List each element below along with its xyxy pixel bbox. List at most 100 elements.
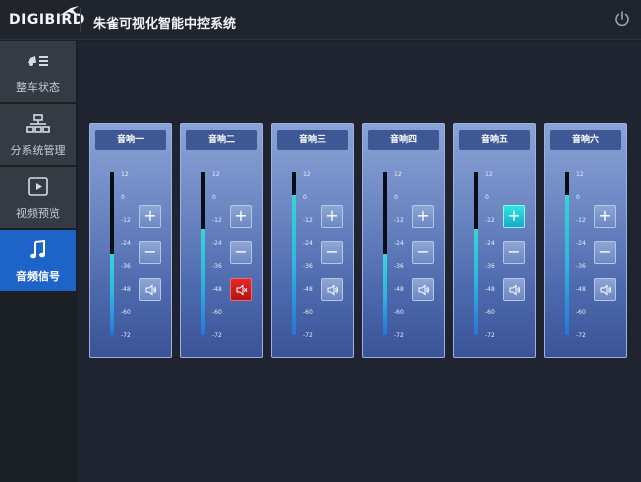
volume-up-button[interactable]: + xyxy=(594,205,616,228)
scale-tick-label: -36 xyxy=(485,263,495,270)
sidebar-item-vehicle-status[interactable]: 整车状态 xyxy=(0,41,76,103)
brand-logo: DIGIBIRD xyxy=(9,6,85,32)
scale-tick-label: -24 xyxy=(303,240,313,247)
scale-tick-label: -48 xyxy=(576,286,586,293)
audio-channel-panel: 音响一 12 0 -12 -24 -36 -48 -60 -72 + − xyxy=(89,123,172,358)
scale-tick-label: 12 xyxy=(121,171,129,178)
volume-up-button[interactable]: + xyxy=(503,205,525,228)
mute-toggle-button[interactable] xyxy=(412,278,434,301)
vehicle-status-icon xyxy=(28,56,48,66)
audio-channel-panel: 音响四 12 0 -12 -24 -36 -48 -60 -72 + − xyxy=(362,123,445,358)
scale-tick-label: -48 xyxy=(394,286,404,293)
sidebar-item-label: 视频预览 xyxy=(16,207,60,220)
volume-level-meter[interactable] xyxy=(292,172,296,335)
scale-tick-label: -36 xyxy=(303,263,313,270)
scale-tick-label: -36 xyxy=(212,263,222,270)
volume-up-button[interactable]: + xyxy=(139,205,161,228)
sidebar-item-video-preview[interactable]: 视频预览 xyxy=(0,167,76,229)
scale-tick-label: -24 xyxy=(121,240,131,247)
scale-tick-label: -60 xyxy=(394,309,404,316)
scale-tick-label: -48 xyxy=(212,286,222,293)
channel-name: 音响三 xyxy=(277,130,348,150)
channel-name: 音响四 xyxy=(368,130,439,150)
mute-toggle-button[interactable] xyxy=(230,278,252,301)
volume-down-button[interactable]: − xyxy=(321,241,343,264)
volume-down-button[interactable]: − xyxy=(594,241,616,264)
volume-up-button[interactable]: + xyxy=(321,205,343,228)
db-scale: 12 0 -12 -24 -36 -48 -60 -72 xyxy=(212,171,232,339)
top-header: DIGIBIRD 朱雀可视化智能中控系统 xyxy=(0,0,641,40)
scale-tick-label: -72 xyxy=(212,332,222,339)
audio-channel-panel: 音响二 12 0 -12 -24 -36 -48 -60 -72 + − xyxy=(180,123,263,358)
channel-name: 音响二 xyxy=(186,130,257,150)
sidebar-item-audio-signal[interactable]: 音频信号 xyxy=(0,230,76,292)
db-scale: 12 0 -12 -24 -36 -48 -60 -72 xyxy=(303,172,323,339)
scale-tick-label: -12 xyxy=(121,217,131,224)
scale-tick-label: 12 xyxy=(576,171,584,178)
db-scale: 12 0 -12 -24 -36 -48 -60 -72 xyxy=(394,171,414,339)
level-fill xyxy=(474,229,478,335)
app-title: 朱雀可视化智能中控系统 xyxy=(93,17,237,32)
scale-tick-label: -60 xyxy=(576,309,586,316)
speaker-icon xyxy=(509,284,521,296)
speaker-icon xyxy=(145,284,157,296)
channel-name: 音响一 xyxy=(95,130,166,150)
mute-toggle-button[interactable] xyxy=(503,278,525,301)
level-fill xyxy=(383,253,387,335)
volume-up-button[interactable]: + xyxy=(412,205,434,228)
scale-tick-label: 0 xyxy=(394,194,398,201)
audio-channel-panel: 音响五 12 0 -12 -24 -36 -48 -60 -72 + − xyxy=(453,123,536,358)
mute-toggle-button[interactable] xyxy=(139,278,161,301)
scale-tick-label: -72 xyxy=(576,332,586,339)
volume-down-button[interactable]: − xyxy=(412,241,434,264)
scale-tick-label: 12 xyxy=(394,171,402,178)
scale-tick-label: -48 xyxy=(303,286,313,293)
volume-level-meter[interactable] xyxy=(474,172,478,335)
speaker-icon xyxy=(600,284,612,296)
scale-tick-label: -60 xyxy=(121,309,131,316)
scale-tick-label: -36 xyxy=(576,263,586,270)
level-fill xyxy=(201,229,205,335)
sidebar-item-subsystem[interactable]: 分系统管理 xyxy=(0,104,76,166)
header-divider xyxy=(80,8,81,32)
scale-tick-label: -12 xyxy=(303,217,313,224)
volume-down-button[interactable]: − xyxy=(139,241,161,264)
level-fill xyxy=(565,194,569,335)
scale-tick-label: 12 xyxy=(212,171,220,178)
video-play-icon xyxy=(28,177,48,196)
scale-tick-label: -12 xyxy=(485,217,495,224)
volume-level-meter[interactable] xyxy=(110,172,114,335)
scale-tick-label: -36 xyxy=(121,263,131,270)
power-icon[interactable] xyxy=(613,10,631,28)
scale-tick-label: -36 xyxy=(394,263,404,270)
subsystem-tree-icon xyxy=(26,114,50,133)
audio-channel-panel: 音响六 12 0 -12 -24 -36 -48 -60 -72 + − xyxy=(544,123,627,358)
db-scale: 12 0 -12 -24 -36 -48 -60 -72 xyxy=(121,171,141,339)
mute-toggle-button[interactable] xyxy=(594,278,616,301)
scale-tick-label: 0 xyxy=(121,194,125,201)
scale-tick-label: -72 xyxy=(303,332,313,339)
level-fill xyxy=(292,194,296,335)
sidebar-item-label: 分系统管理 xyxy=(10,144,66,157)
scale-tick-label: -72 xyxy=(394,332,404,339)
speaker-icon xyxy=(418,284,430,296)
volume-level-meter[interactable] xyxy=(565,172,569,335)
scale-tick-label: 12 xyxy=(485,171,493,178)
level-fill xyxy=(110,253,114,335)
volume-up-button[interactable]: + xyxy=(230,205,252,228)
db-scale: 12 0 -12 -24 -36 -48 -60 -72 xyxy=(485,171,505,339)
channel-name: 音响六 xyxy=(550,130,621,150)
volume-down-button[interactable]: − xyxy=(230,241,252,264)
scale-tick-label: -60 xyxy=(212,309,222,316)
channel-name: 音响五 xyxy=(459,130,530,150)
scale-tick-label: 0 xyxy=(212,194,216,201)
sidebar-item-label: 整车状态 xyxy=(16,81,60,94)
volume-level-meter[interactable] xyxy=(201,172,205,335)
volume-down-button[interactable]: − xyxy=(503,241,525,264)
sidebar-nav: 整车状态 分系统管理 视频预览 音频信号 xyxy=(0,41,76,482)
scale-tick-label: 0 xyxy=(576,194,580,201)
audio-panel: 音响一 12 0 -12 -24 -36 -48 -60 -72 + − 音响二 12 0 -12… xyxy=(78,41,641,482)
scale-tick-label: -72 xyxy=(485,332,495,339)
mute-toggle-button[interactable] xyxy=(321,278,343,301)
volume-level-meter[interactable] xyxy=(383,172,387,335)
